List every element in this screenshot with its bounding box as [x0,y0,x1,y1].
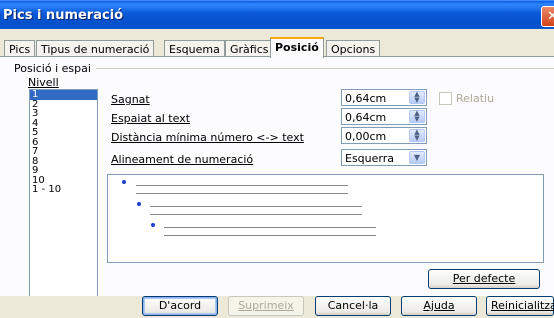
alignment-value: Esquerra [345,152,394,165]
indent-label: Sagnat [111,93,150,106]
tab-numbering-type[interactable]: Tipus de numeració [36,40,155,57]
help-label: Ajuda [423,299,455,312]
alignment-label: Alineament de numeració [111,153,254,166]
section-title: Posició i espai [14,62,91,75]
window-title: Pics i numeració [3,8,124,23]
reset-button[interactable]: Reinicialitza [486,296,554,316]
relative-label: Relatiu [456,92,495,105]
spacing-spinbox[interactable]: 0,64cm ▲ ▼ [341,108,427,125]
tab-label: Tipus de numeració [41,43,150,56]
spin-arrows-icon[interactable]: ▲ ▼ [409,129,425,142]
preview-pane [107,174,544,263]
close-icon: ✕ [547,9,554,24]
tab-strip: Pics Tipus de numeració Esquema Gràfics … [0,29,554,58]
preview-line [150,214,362,215]
tab-outline[interactable]: Esquema [164,40,225,57]
preview-bullet [137,202,141,206]
spin-arrows-icon[interactable]: ▲ ▼ [409,110,425,123]
level-item[interactable]: 8 [30,156,97,167]
tab-options[interactable]: Opcions [326,40,381,57]
indent-value: 0,64cm [345,92,387,105]
min-distance-spinbox[interactable]: 0,00cm ▲ ▼ [341,127,427,144]
spacing-label: Espaiat al text [111,112,191,125]
tab-label: Gràfics [230,43,269,56]
spacing-value: 0,64cm [345,111,387,124]
tab-position[interactable]: Posició [270,37,324,58]
ok-label: D'acord [158,299,202,312]
level-item[interactable]: 5 [30,128,97,138]
level-item[interactable]: 1 - 10 [30,185,97,195]
level-item[interactable]: 4 [30,118,97,129]
tab-label: Opcions [331,43,376,56]
default-button[interactable]: Per defecte [428,269,540,289]
close-button[interactable]: ✕ [541,6,554,27]
preview-line [136,185,348,186]
help-button[interactable]: Ajuda [401,296,477,316]
tab-label: Esquema [169,43,220,56]
preview-line [136,193,348,194]
cancel-label: Cancel·la [327,299,379,312]
tab-graphics[interactable]: Gràfics [225,40,274,57]
level-item[interactable]: 2 [30,99,97,110]
level-item[interactable]: 1 [30,90,97,100]
level-item[interactable]: 3 [30,109,97,119]
spin-arrows-icon[interactable]: ▲ ▼ [409,91,425,104]
reset-label: Reinicialitza [491,299,554,312]
preview-bullet [151,223,155,227]
title-bar[interactable]: Pics i numeració ✕ [0,0,554,29]
position-panel: Posició i espai Nivell 1 2 3 4 5 6 7 8 9… [0,56,554,299]
min-distance-label: Distància mínima número <-> text [111,131,304,144]
preview-line [164,227,376,228]
indent-spinbox[interactable]: 0,64cm ▲ ▼ [341,89,427,106]
ok-button[interactable]: D'acord [142,296,218,316]
tab-bullets[interactable]: Pics [4,40,36,57]
preview-line [150,206,362,207]
level-item[interactable]: 6 [30,137,97,148]
button-bar: D'acord Suprimeix Cancel·la Ajuda Reinic… [0,296,554,318]
min-distance-value: 0,00cm [345,130,387,143]
preview-bullet [122,180,126,184]
delete-button[interactable]: Suprimeix [228,296,304,316]
default-button-label: Per defecte [452,272,516,285]
relative-checkbox[interactable] [439,92,452,105]
section-divider [96,68,554,69]
tab-label: Posició [275,41,319,54]
tab-label: Pics [9,43,31,56]
chevron-down-icon[interactable]: ▼ [409,151,425,164]
delete-label: Suprimeix [238,299,294,312]
preview-line [164,235,376,236]
level-list[interactable]: 1 2 3 4 5 6 7 8 9 10 1 - 10 [29,89,98,299]
alignment-select[interactable]: Esquerra ▼ [341,149,427,166]
level-item[interactable]: 7 [30,147,97,157]
cancel-button[interactable]: Cancel·la [315,296,391,316]
level-label: Nivell [28,76,59,89]
